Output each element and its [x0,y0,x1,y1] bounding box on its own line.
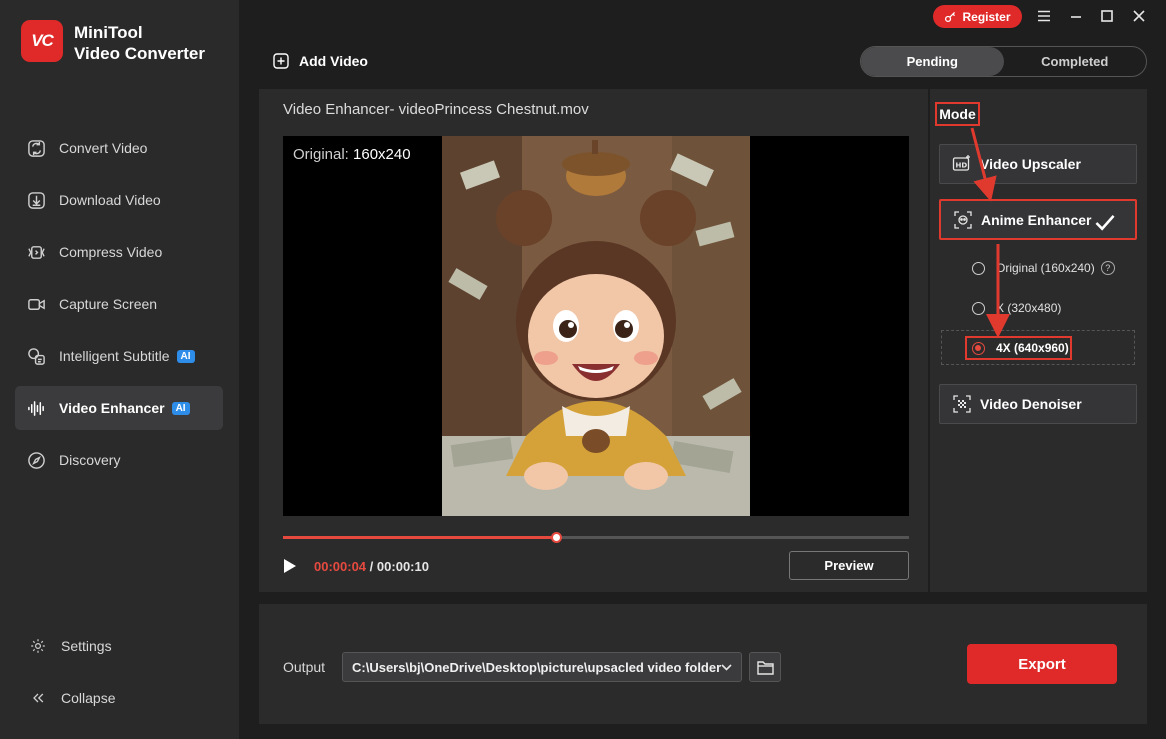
panel-divider [928,89,930,592]
open-folder-button[interactable] [749,652,781,682]
ai-badge: AI [171,401,190,415]
collapse-label: Collapse [61,690,116,706]
sidebar-item-download-video[interactable]: Download Video [15,178,223,222]
progress-track[interactable] [283,532,909,543]
sidebar-nav: Convert Video Download Video Compress Vi… [15,126,223,490]
camera-icon [28,298,45,310]
progress-fill [283,536,556,539]
register-button[interactable]: Register [933,5,1022,28]
denoise-icon [953,395,971,413]
sidebar-item-label: Discovery [59,452,121,468]
sidebar-item-capture-screen[interactable]: Capture Screen [15,282,223,326]
output-path-select[interactable]: C:\Users\bj\OneDrive\Desktop\picture\ups… [342,652,742,682]
video-title: Video Enhancer- videoPrincess Chestnut.m… [283,101,589,118]
scale-option-original[interactable]: Original (160x240) ? [972,261,1115,275]
sidebar-item-label: Capture Screen [59,296,158,312]
original-resolution: Original: 160x240 [293,146,411,163]
sidebar-item-label: Intelligent Subtitle [59,348,170,364]
progress-handle[interactable] [550,532,562,543]
preview-button[interactable]: Preview [789,551,909,580]
video-preview[interactable]: Original: 160x240 [283,136,909,516]
sidebar-item-label: Convert Video [59,140,148,156]
status-tabs: Pending Completed [860,46,1147,77]
time-display: 00:00:04 / 00:00:10 [314,559,429,574]
help-icon[interactable]: ? [1100,261,1115,275]
plus-square-icon [273,53,289,69]
tab-completed[interactable]: Completed [1004,47,1147,76]
app-logo: VC [21,20,63,62]
scale-option-label: Original (160x240) [996,261,1095,275]
video-upscaler-label: Video Upscaler [980,156,1081,172]
download-icon [28,191,45,209]
app-name-line2: Video Converter [74,44,206,63]
collapse-button[interactable]: Collapse [30,690,220,706]
app-name: MiniTool Video Converter [74,22,205,64]
anime-enhancer-label: Anime Enhancer [981,211,1092,228]
folder-icon [756,660,774,675]
app-name-line1: MiniTool [74,23,143,42]
hd-icon: HD [952,155,970,171]
anime-enhancer-button[interactable]: Anime Enhancer [939,199,1137,240]
convert-icon [28,139,45,157]
total-time: 00:00:10 [376,559,429,574]
double-chevron-left-icon [33,693,44,703]
sidebar-item-label: Video Enhancer [59,400,165,416]
sidebar-item-intelligent-subtitle[interactable]: Intelligent Subtitle AI [15,334,223,378]
export-button[interactable]: Export [967,644,1117,684]
scale-option-4x[interactable]: 4X (640x960) [972,341,1069,355]
sidebar-item-label: Compress Video [59,244,163,260]
close-icon[interactable] [1131,8,1147,24]
anime-icon [954,210,972,229]
scale-option-2x[interactable]: X (320x480) [972,301,1061,315]
menu-icon[interactable] [1036,8,1052,24]
ai-badge: AI [176,349,195,363]
video-frame-image [442,136,750,516]
logo-text: VC [31,31,54,50]
sidebar-item-discovery[interactable]: Discovery [15,438,223,482]
compass-icon [28,451,45,469]
key-icon [945,11,956,23]
output-path: C:\Users\bj\OneDrive\Desktop\picture\ups… [352,659,722,675]
chevron-down-icon [721,664,732,671]
subtitle-icon [28,347,45,365]
radio-4x[interactable] [972,341,985,355]
video-denoiser-button[interactable]: Video Denoiser [939,384,1137,424]
radio-original[interactable] [972,261,985,275]
sidebar-item-video-enhancer[interactable]: Video Enhancer AI [15,386,223,430]
video-upscaler-button[interactable]: HD Video Upscaler [939,144,1137,184]
original-prefix: Original: [293,146,349,163]
scale-option-label: X (320x480) [996,301,1062,315]
register-label: Register [962,9,1011,24]
current-time: 00:00:04 [314,559,367,574]
waveform-icon [28,400,44,416]
gear-icon [31,639,45,653]
svg-text:HD: HD [956,162,968,170]
checkmark-icon [1095,215,1115,231]
tab-pending[interactable]: Pending [861,47,1004,76]
sidebar-item-convert-video[interactable]: Convert Video [15,126,223,170]
settings-label: Settings [61,638,112,654]
sidebar-item-compress-video[interactable]: Compress Video [15,230,223,274]
minimize-icon[interactable] [1068,8,1084,24]
mode-label: Mode [935,102,980,126]
compress-icon [28,245,45,259]
add-video-button[interactable]: Add Video [273,53,368,69]
play-icon[interactable] [283,558,297,574]
add-video-label: Add Video [299,53,368,69]
radio-2x[interactable] [972,301,985,315]
settings-button[interactable]: Settings [30,638,220,654]
output-label: Output [283,659,326,675]
scale-option-label: 4X (640x960) [996,341,1069,355]
video-frame [442,136,750,516]
video-denoiser-label: Video Denoiser [980,396,1082,412]
time-separator: / [369,559,374,574]
original-size: 160x240 [353,146,411,163]
sidebar-item-label: Download Video [59,192,161,208]
maximize-icon[interactable] [1099,8,1115,24]
sidebar: VC MiniTool Video Converter Convert Vide… [0,0,239,739]
